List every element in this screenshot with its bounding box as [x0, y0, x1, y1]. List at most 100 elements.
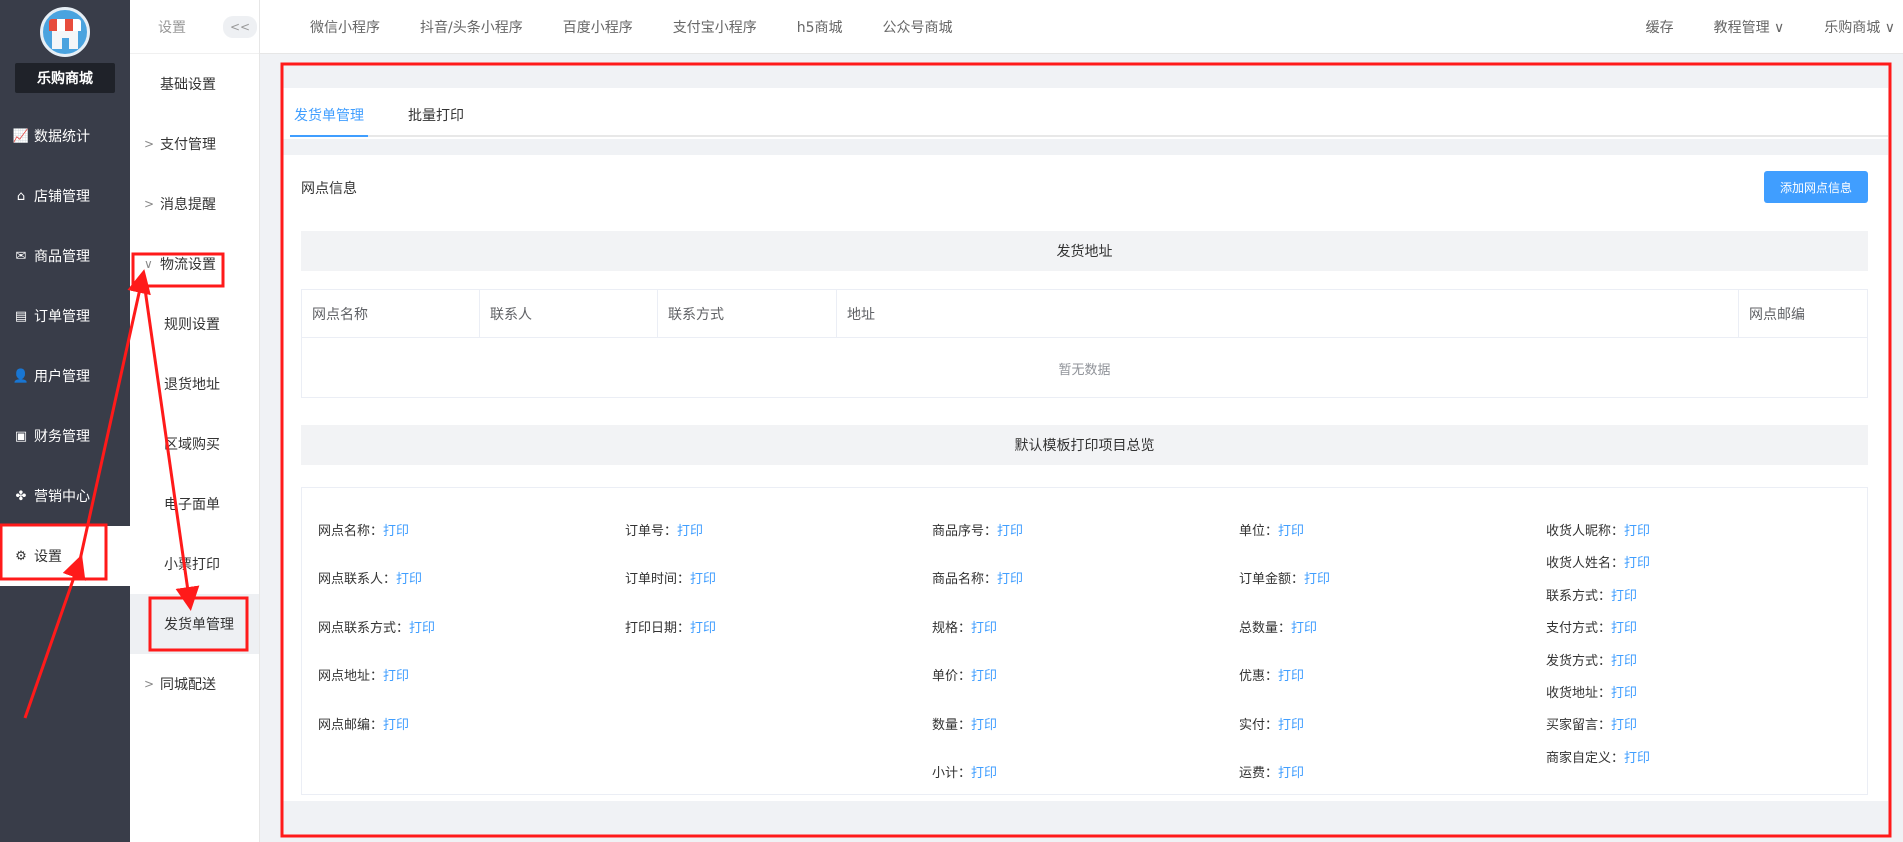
mail-icon: ✉	[15, 248, 27, 264]
print-link[interactable]: 打印	[1624, 751, 1650, 766]
print-item: 商品名称：打印	[932, 572, 1024, 587]
print-link[interactable]: 打印	[383, 669, 409, 684]
tab-official-account-mall[interactable]: 公众号商城	[883, 17, 953, 37]
print-link[interactable]: 打印	[971, 766, 997, 781]
print-item: 单价：打印	[932, 669, 998, 684]
tab-baidu-miniapp[interactable]: 百度小程序	[563, 17, 633, 37]
add-outlet-button[interactable]: 添加网点信息	[1764, 171, 1868, 203]
account-menu[interactable]: 乐购商城 ∨	[1824, 17, 1895, 37]
print-item: 优惠：打印	[1239, 669, 1305, 684]
subnav-item-invoice[interactable]: 发货单管理	[130, 594, 259, 654]
chevron-right-icon: >	[144, 137, 155, 151]
print-link[interactable]: 打印	[1611, 621, 1637, 636]
print-item: 收货人昵称：打印	[1546, 524, 1651, 539]
subnav-item-basic[interactable]: 基础设置	[130, 54, 259, 114]
print-item: 实付：打印	[1239, 718, 1305, 733]
subnav-label: 支付管理	[160, 137, 216, 153]
preview-header-bar: 默认模板打印项目总览	[301, 425, 1868, 465]
line-chart-icon: 📈	[12, 128, 30, 144]
tab-invoice-management[interactable]: 发货单管理	[290, 105, 368, 137]
print-item: 总数量：打印	[1239, 621, 1318, 636]
cache-link[interactable]: 缓存	[1646, 17, 1674, 37]
nav-label: 营销中心	[34, 489, 90, 505]
subnav-label: 小票打印	[164, 557, 220, 573]
print-link[interactable]: 打印	[997, 524, 1023, 539]
subnav-item-return-address[interactable]: 退货地址	[130, 354, 259, 414]
tab-alipay-miniapp[interactable]: 支付宝小程序	[673, 17, 757, 37]
print-item: 网点邮编：打印	[318, 718, 410, 733]
column-header: 网点名称	[302, 290, 480, 337]
print-link[interactable]: 打印	[409, 621, 435, 636]
print-link[interactable]: 打印	[677, 524, 703, 539]
table-header: 网点名称 联系人 联系方式 地址 网点邮编	[302, 290, 1867, 338]
print-link[interactable]: 打印	[1278, 669, 1304, 684]
nav-item-stats[interactable]: 📈 数据统计	[0, 106, 130, 166]
print-link[interactable]: 打印	[971, 669, 997, 684]
print-item: 单位：打印	[1239, 524, 1305, 539]
tab-wechat-miniapp[interactable]: 微信小程序	[310, 17, 380, 37]
print-link[interactable]: 打印	[1304, 572, 1330, 587]
subnav-item-message[interactable]: > 消息提醒	[130, 174, 259, 234]
print-link[interactable]: 打印	[1624, 556, 1650, 571]
section-title: 网点信息	[301, 181, 357, 197]
print-link[interactable]: 打印	[971, 718, 997, 733]
subnav-item-region[interactable]: 区域购买	[130, 414, 259, 474]
print-item: 买家留言：打印	[1546, 718, 1638, 733]
print-link[interactable]: 打印	[997, 572, 1023, 587]
page-tabs: 发货单管理 批量打印	[290, 88, 1888, 137]
print-item: 数量：打印	[932, 718, 998, 733]
print-item: 商家自定义：打印	[1546, 751, 1651, 766]
print-item: 商品序号：打印	[932, 524, 1024, 539]
print-link[interactable]: 打印	[383, 718, 409, 733]
print-link[interactable]: 打印	[1611, 718, 1637, 733]
collapse-button[interactable]: <<	[223, 15, 257, 38]
nav-label: 财务管理	[34, 429, 90, 445]
nav-item-marketing[interactable]: ✤ 营销中心	[0, 466, 130, 526]
nav-item-store[interactable]: ⌂ 店铺管理	[0, 166, 130, 226]
column-header: 网点邮编	[1749, 306, 1805, 323]
print-item: 网点名称：打印	[318, 524, 410, 539]
subnav-item-e-waybill[interactable]: 电子面单	[130, 474, 259, 534]
print-item: 运费：打印	[1239, 766, 1305, 781]
print-link[interactable]: 打印	[1611, 654, 1637, 669]
subnav-item-logistics[interactable]: ∨ 物流设置	[130, 234, 259, 294]
subnav-item-local-delivery[interactable]: > 同城配送	[130, 654, 259, 714]
subnav-item-receipt-print[interactable]: 小票打印	[130, 534, 259, 594]
print-item: 订单号：打印	[625, 524, 704, 539]
print-item: 网点地址：打印	[318, 669, 410, 684]
nav-item-products[interactable]: ✉ 商品管理	[0, 226, 130, 286]
print-link[interactable]: 打印	[383, 524, 409, 539]
subnav-label: 消息提醒	[160, 197, 216, 213]
print-link[interactable]: 打印	[396, 572, 422, 587]
subnav-item-payment[interactable]: > 支付管理	[130, 114, 259, 174]
subnav-label: 基础设置	[160, 77, 216, 93]
tab-h5-mall[interactable]: h5商城	[797, 17, 843, 37]
tutorial-menu[interactable]: 教程管理 ∨	[1714, 17, 1785, 37]
print-link[interactable]: 打印	[1611, 686, 1637, 701]
nav-label: 用户管理	[34, 369, 90, 385]
print-link[interactable]: 打印	[690, 621, 716, 636]
subnav-label: 物流设置	[160, 257, 216, 273]
nav-item-orders[interactable]: ▤ 订单管理	[0, 286, 130, 346]
print-link[interactable]: 打印	[1624, 524, 1650, 539]
print-link[interactable]: 打印	[1611, 589, 1637, 604]
subnav-item-rules[interactable]: 规则设置	[130, 294, 259, 354]
tab-batch-print[interactable]: 批量打印	[404, 105, 468, 135]
nav-item-users[interactable]: 👤 用户管理	[0, 346, 130, 406]
nav-item-finance[interactable]: ▣ 财务管理	[0, 406, 130, 466]
print-link[interactable]: 打印	[1278, 766, 1304, 781]
print-link[interactable]: 打印	[690, 572, 716, 587]
tab-douyin-miniapp[interactable]: 抖音/头条小程序	[420, 17, 523, 37]
nav-item-settings[interactable]: ⚙ 设置	[0, 526, 130, 586]
print-link[interactable]: 打印	[1278, 718, 1304, 733]
app-window: 乐购商城 📈 数据统计 ⌂ 店铺管理 ✉ 商品管理 ▤ 订单管理 👤 用户管理 ▣ 财务管理…	[0, 0, 1903, 842]
nav-label: 设置	[34, 549, 62, 565]
subnav-header: 设置 <<	[130, 0, 259, 54]
column-header: 联系方式	[658, 290, 837, 337]
top-right-menu: 缓存 教程管理 ∨ 乐购商城 ∨	[1606, 17, 1903, 37]
print-item: 打印日期：打印	[625, 621, 717, 636]
print-link[interactable]: 打印	[1278, 524, 1304, 539]
print-link[interactable]: 打印	[1291, 621, 1317, 636]
print-link[interactable]: 打印	[971, 621, 997, 636]
gear-icon: ⚙	[15, 548, 27, 564]
